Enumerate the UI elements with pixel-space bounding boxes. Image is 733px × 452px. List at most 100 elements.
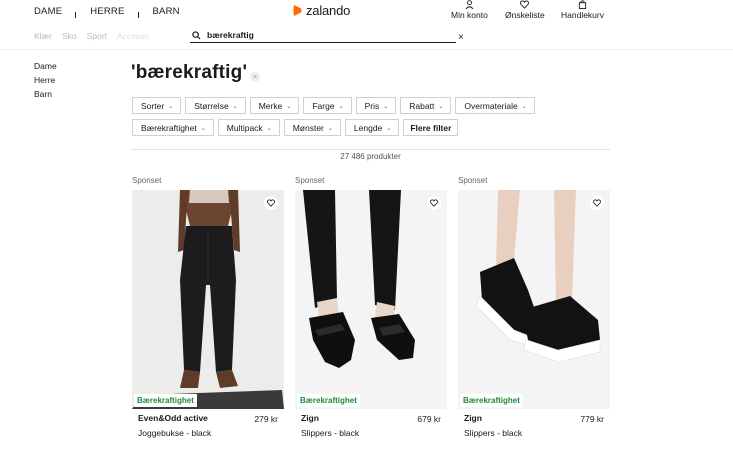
filter-label: Multipack <box>226 122 263 133</box>
filter-label: Mønster <box>292 122 324 133</box>
filter-length[interactable]: Lengde ⌄ <box>344 119 400 136</box>
filter-sustainability[interactable]: Bærekraftighet ⌄ <box>132 119 214 136</box>
heart-icon <box>267 199 275 207</box>
search-bar <box>190 28 456 43</box>
bag-icon <box>578 0 587 9</box>
chevron-down-icon: ⌄ <box>383 104 389 110</box>
filter-label: Overmateriale <box>464 100 518 111</box>
wishlist-label: Ønskeliste <box>505 10 545 20</box>
category-nav: Klær Sko Sport Accesso <box>34 31 149 41</box>
more-filters-button[interactable]: Flere filter <box>403 119 459 136</box>
sponsored-label: Sponset <box>132 176 162 185</box>
clear-search-icon[interactable]: × <box>250 72 261 82</box>
search-input[interactable] <box>207 30 447 40</box>
filter-row-1: Sorter ⌄ Størrelse ⌄ Merke ⌄ Farge ⌄ Pris ⌄ R… <box>132 97 612 114</box>
filter-label: Rabatt <box>409 100 435 111</box>
heart-icon <box>430 199 438 207</box>
chevron-down-icon: ⌄ <box>327 126 333 132</box>
top-header: DAME HERRE BARN Klær Sko Sport Accesso z… <box>0 0 733 50</box>
product-card[interactable]: Sponset Bærekraftighet Zign 679 kr Slipp… <box>295 176 447 445</box>
chevron-down-icon: ⌄ <box>338 104 344 110</box>
product-price: 779 kr <box>580 414 604 424</box>
product-info: Zign 679 kr Slippers - black <box>295 409 447 445</box>
filter-size[interactable]: Størrelse ⌄ <box>185 97 246 114</box>
sustainability-badge: Bærekraftighet <box>297 394 360 407</box>
product-card[interactable]: Sponset Bærekraftighet Zign 779 kr Slipp… <box>458 176 610 445</box>
chevron-down-icon: ⌄ <box>168 104 174 110</box>
chevron-down-icon: ⌄ <box>521 104 527 110</box>
sustainability-badge: Bærekraftighet <box>134 394 197 407</box>
page-title: 'bærekraftig' <box>131 62 248 83</box>
filter-discount[interactable]: Rabatt ⌄ <box>400 97 452 114</box>
product-name: Joggebukse - black <box>138 428 212 438</box>
filter-sort[interactable]: Sorter ⌄ <box>132 97 182 114</box>
nav-herre[interactable]: HERRE <box>90 6 124 17</box>
chevron-down-icon: ⌄ <box>438 104 444 110</box>
product-image[interactable]: Bærekraftighet <box>458 190 610 409</box>
product-image[interactable]: Bærekraftighet <box>295 190 447 409</box>
filter-brand[interactable]: Merke ⌄ <box>249 97 300 114</box>
product-photo-slippers-black <box>295 190 447 409</box>
filter-color[interactable]: Farge ⌄ <box>303 97 352 114</box>
category-sidebar: Dame Herre Barn <box>34 59 57 101</box>
nav-accessories[interactable]: Accesso <box>117 31 149 41</box>
filter-label: Farge <box>312 100 335 111</box>
filter-price[interactable]: Pris ⌄ <box>355 97 397 114</box>
product-photo-platform-slippers <box>458 190 610 409</box>
cart-button[interactable]: Handlekurv <box>561 0 604 20</box>
filter-label: Sorter <box>141 100 165 111</box>
heart-icon <box>593 199 601 207</box>
wishlist-toggle[interactable] <box>264 196 278 210</box>
gender-nav: DAME HERRE BARN <box>34 6 180 18</box>
search-title-row: 'bærekraftig' × <box>131 62 261 84</box>
search-clear-icon[interactable]: × <box>458 33 464 43</box>
filter-pattern[interactable]: Mønster ⌄ <box>283 119 341 136</box>
nav-sport[interactable]: Sport <box>87 31 107 41</box>
zalando-logo-icon <box>293 5 302 16</box>
filter-label: Merke <box>258 100 283 111</box>
sidebar-item-barn[interactable]: Barn <box>34 87 57 101</box>
product-name: Slippers - black <box>464 428 523 438</box>
nav-sko[interactable]: Sko <box>62 31 77 41</box>
product-info: Even&Odd active 279 kr Joggebukse - blac… <box>132 409 284 445</box>
account-label: Min konto <box>451 10 488 20</box>
product-card[interactable]: Sponset Bærekraftighet Even&Odd active 2 <box>132 176 284 445</box>
chevron-down-icon: ⌄ <box>266 126 272 132</box>
sustainability-badge: Bærekraftighet <box>460 394 523 407</box>
product-image[interactable]: Bærekraftighet <box>132 190 284 409</box>
filter-label: Størrelse <box>194 100 229 111</box>
chevron-down-icon: ⌄ <box>286 104 292 110</box>
account-button[interactable]: Min konto <box>451 0 488 20</box>
cart-label: Handlekurv <box>561 10 604 20</box>
filter-multipack[interactable]: Multipack ⌄ <box>217 119 280 136</box>
product-photo-joggers <box>132 190 284 409</box>
nav-barn[interactable]: BARN <box>153 6 180 17</box>
result-count: 27 486 produkter <box>340 152 401 161</box>
sponsored-label: Sponset <box>295 176 325 185</box>
user-icon <box>465 0 474 9</box>
product-price: 279 kr <box>254 414 278 424</box>
heart-icon <box>520 0 530 9</box>
logo-text: zalando <box>306 3 351 18</box>
product-price: 679 kr <box>417 414 441 424</box>
divider <box>131 149 610 150</box>
sidebar-item-dame[interactable]: Dame <box>34 59 57 73</box>
chevron-down-icon: ⌄ <box>232 104 238 110</box>
wishlist-button[interactable]: Ønskeliste <box>505 0 545 20</box>
filter-label: Lengde <box>353 122 383 133</box>
wishlist-toggle[interactable] <box>427 196 441 210</box>
product-name: Slippers - black <box>301 428 360 438</box>
nav-separator <box>75 11 77 18</box>
sidebar-item-herre[interactable]: Herre <box>34 73 57 87</box>
filter-material[interactable]: Overmateriale ⌄ <box>455 97 535 114</box>
sponsored-label: Sponset <box>458 176 488 185</box>
search-icon <box>192 30 201 40</box>
chevron-down-icon: ⌄ <box>386 126 392 132</box>
filter-row-2: Bærekraftighet ⌄ Multipack ⌄ Mønster ⌄ Leng… <box>132 119 612 136</box>
wishlist-toggle[interactable] <box>590 196 604 210</box>
nav-separator <box>137 11 139 18</box>
zalando-logo[interactable]: zalando <box>292 3 350 18</box>
filter-label: Pris <box>364 100 380 111</box>
nav-klaer[interactable]: Klær <box>34 31 52 41</box>
nav-dame[interactable]: DAME <box>34 6 62 17</box>
